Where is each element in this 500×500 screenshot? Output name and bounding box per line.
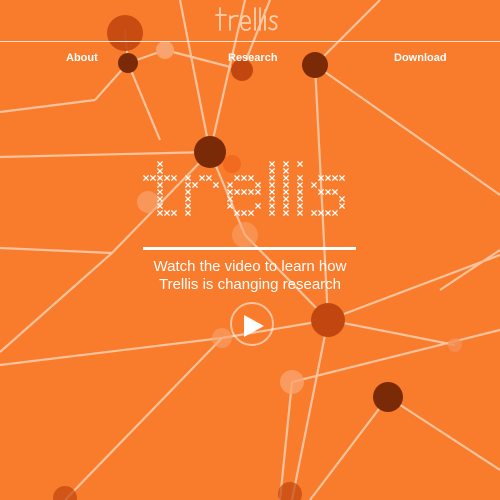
logo-stitch — [310, 209, 318, 217]
logo-stitch — [317, 188, 325, 196]
logo-stitch — [240, 209, 248, 217]
logo-stitch — [282, 209, 290, 217]
logo-stitch — [163, 209, 171, 217]
logo-stitch — [268, 188, 276, 196]
nav-about[interactable]: About — [66, 52, 98, 64]
site-logo[interactable] — [0, 4, 500, 41]
logo-stitch — [282, 160, 290, 168]
logo-stitch — [184, 188, 192, 196]
logo-stitch — [233, 174, 241, 182]
tagline-line-2: Trellis is changing research — [158, 276, 342, 293]
logo-stitch — [247, 209, 255, 217]
logo-stitch — [282, 202, 290, 210]
tagline-line-1: Watch the video to learn how — [153, 258, 347, 275]
logo-stitch — [240, 188, 248, 196]
logo-stitch — [331, 174, 339, 182]
logo-stitch — [282, 195, 290, 203]
logo-stitch — [184, 209, 192, 217]
logo-stitch — [324, 209, 332, 217]
logo-stitch — [254, 202, 262, 210]
logo-stitch — [156, 181, 164, 189]
logo-stitch — [170, 209, 178, 217]
logo-stitch — [317, 209, 325, 217]
play-video-button[interactable] — [230, 302, 274, 346]
logo-stitch — [247, 188, 255, 196]
logo-stitch — [268, 209, 276, 217]
logo-stitch — [282, 181, 290, 189]
logo-stitch — [324, 174, 332, 182]
logo-stitch — [226, 195, 234, 203]
logo-stitch — [226, 181, 234, 189]
logo-stitch — [268, 202, 276, 210]
logo-stitch — [156, 174, 164, 182]
logo-stitch — [149, 174, 157, 182]
logo-stitch — [233, 209, 241, 217]
logo-stitch — [296, 195, 304, 203]
trellis-logo-icon — [215, 7, 278, 31]
logo-stitch — [338, 174, 346, 182]
hero-tagline: Watch the video to learn how Trellis is … — [100, 258, 400, 294]
logo-stitch — [184, 174, 192, 182]
logo-stitch — [247, 174, 255, 182]
network-background — [0, 0, 500, 500]
logo-stitch — [226, 202, 234, 210]
logo-stitch — [338, 202, 346, 210]
logo-stitch — [156, 209, 164, 217]
logo-stitch — [296, 188, 304, 196]
logo-stitch — [142, 174, 150, 182]
logo-stitch — [156, 202, 164, 210]
logo-stitch — [156, 195, 164, 203]
logo-stitch — [268, 195, 276, 203]
logo-stitch — [205, 174, 213, 182]
logo-stitch — [331, 209, 339, 217]
logo-stitch — [296, 160, 304, 168]
logo-stitch — [268, 160, 276, 168]
logo-stitch — [296, 181, 304, 189]
logo-stitch — [282, 188, 290, 196]
logo-stitch — [282, 167, 290, 175]
logo-stitch — [296, 202, 304, 210]
logo-stitch — [240, 174, 248, 182]
nav-research[interactable]: Research — [228, 52, 278, 64]
nav-download[interactable]: Download — [394, 52, 447, 64]
hero-logo — [142, 160, 346, 217]
logo-stitch — [282, 174, 290, 182]
logo-stitch — [198, 174, 206, 182]
logo-stitch — [170, 174, 178, 182]
logo-stitch — [156, 167, 164, 175]
logo-stitch — [331, 188, 339, 196]
main-nav: About Research Download — [0, 52, 500, 68]
logo-stitch — [191, 181, 199, 189]
logo-stitch — [310, 181, 318, 189]
logo-stitch — [324, 188, 332, 196]
logo-stitch — [268, 174, 276, 182]
logo-stitch — [163, 174, 171, 182]
logo-stitch — [184, 181, 192, 189]
logo-stitch — [184, 202, 192, 210]
logo-stitch — [156, 188, 164, 196]
logo-stitch — [338, 195, 346, 203]
logo-stitch — [268, 167, 276, 175]
logo-stitch — [233, 188, 241, 196]
logo-stitch — [156, 160, 164, 168]
logo-stitch — [296, 174, 304, 182]
logo-stitch — [226, 188, 234, 196]
logo-stitch — [268, 181, 276, 189]
logo-stitch — [254, 188, 262, 196]
play-icon — [244, 315, 264, 337]
hero-divider — [143, 247, 356, 250]
header-divider — [0, 41, 500, 42]
logo-stitch — [296, 209, 304, 217]
logo-stitch — [212, 181, 220, 189]
logo-stitch — [184, 195, 192, 203]
logo-stitch — [254, 181, 262, 189]
logo-stitch — [317, 174, 325, 182]
